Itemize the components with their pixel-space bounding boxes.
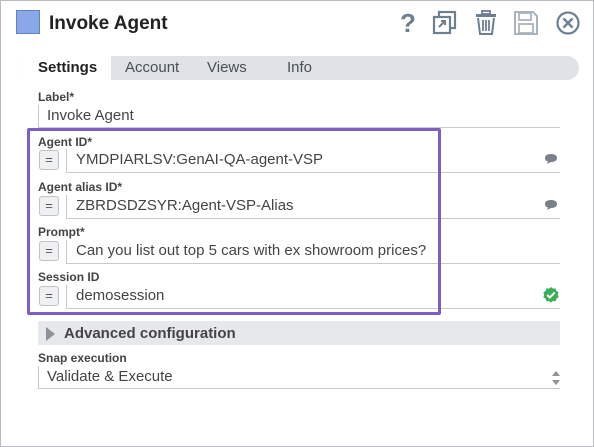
agent-alias-id-comment-icon[interactable] (544, 198, 558, 216)
label-field-border (38, 105, 39, 127)
select-arrows-icon[interactable] (551, 369, 561, 387)
svg-text:?: ? (400, 10, 416, 36)
label-field-label: Label* (38, 90, 75, 104)
snap-execution-label: Snap execution (38, 351, 127, 365)
agent-id-comment-icon[interactable] (544, 152, 558, 170)
trash-icon[interactable] (472, 9, 500, 37)
tab-settings[interactable]: Settings (16, 56, 112, 80)
close-icon[interactable] (554, 9, 582, 37)
valid-check-icon (542, 286, 560, 309)
highlight-frame (27, 128, 441, 315)
expand-arrow-icon (46, 327, 55, 341)
save-icon[interactable] (512, 9, 540, 37)
help-icon[interactable]: ? (393, 9, 421, 37)
copy-icon[interactable] (431, 9, 459, 37)
tab-info[interactable]: Info (287, 56, 312, 80)
snap-execution-border (38, 366, 39, 388)
tab-views[interactable]: Views (207, 56, 247, 80)
label-field-input[interactable]: Invoke Agent (47, 107, 134, 124)
invoke-agent-dialog: Invoke Agent ? Settings Account Views In… (0, 0, 594, 447)
snap-execution-underline (38, 388, 560, 389)
advanced-configuration-label: Advanced configuration (64, 325, 236, 342)
tab-account[interactable]: Account (125, 56, 179, 80)
snap-type-icon (16, 10, 40, 34)
dialog-title: Invoke Agent (49, 13, 168, 34)
advanced-configuration-toggle[interactable]: Advanced configuration (38, 321, 560, 345)
snap-execution-select[interactable]: Validate & Execute (47, 368, 173, 385)
tab-bar: Settings Account Views Info (16, 56, 579, 80)
